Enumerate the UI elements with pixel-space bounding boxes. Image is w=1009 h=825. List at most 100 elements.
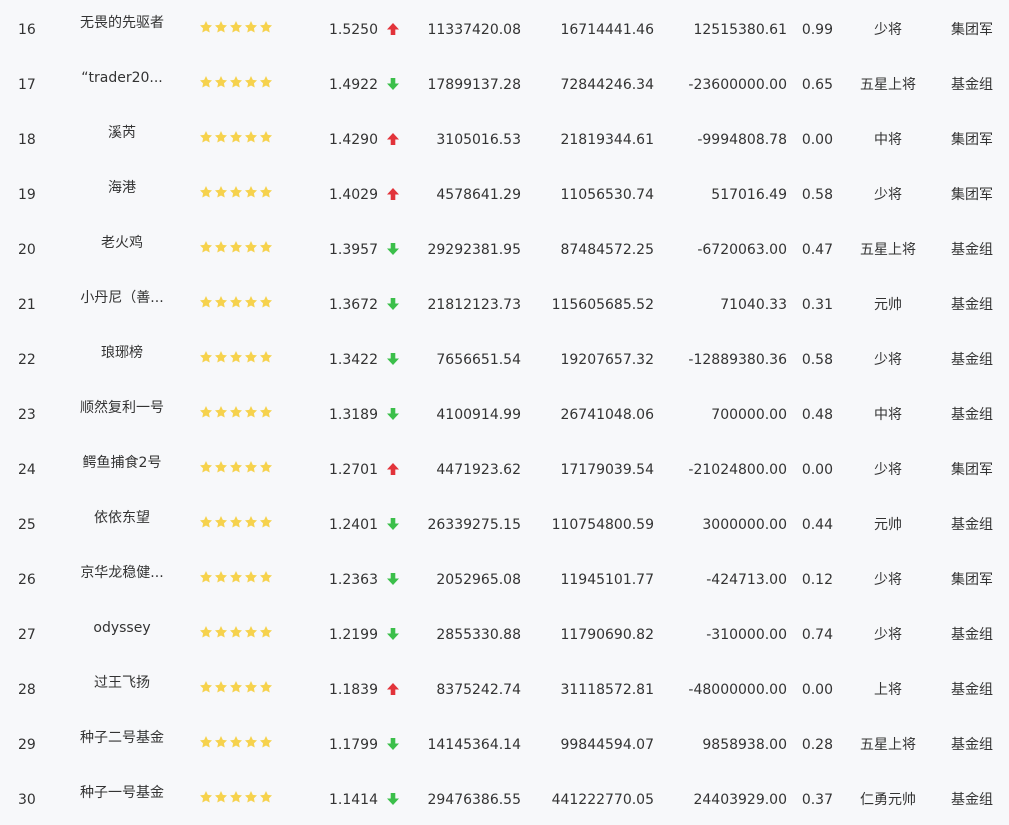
value-col-3: 12515380.61 bbox=[693, 22, 787, 38]
arrow-up-icon bbox=[386, 187, 400, 201]
table-row[interactable]: 28 过王飞扬 1.1839 8375242.74 31118572.81 -480000… bbox=[0, 660, 1009, 715]
rank-number: 24 bbox=[18, 462, 36, 478]
value-col-3: 3000000.00 bbox=[702, 517, 787, 533]
table-row[interactable]: 24 鳄鱼捕食2号 1.2701 4471923.62 17179039.54 -2102… bbox=[0, 440, 1009, 495]
fund-name-link[interactable]: 过王飞扬 bbox=[76, 674, 168, 692]
group-name: 集团军 bbox=[951, 462, 993, 478]
star-icon bbox=[229, 516, 243, 528]
star-icon bbox=[214, 186, 228, 198]
ratio-value: 1.5250 bbox=[329, 22, 378, 38]
star-icon bbox=[229, 21, 243, 33]
fund-name-link[interactable]: 京华龙稳健... bbox=[76, 564, 168, 582]
value-col-2: 110754800.59 bbox=[551, 517, 654, 533]
fund-name-link[interactable]: 顺然复利一号 bbox=[76, 399, 168, 417]
ratio-col-2: 0.12 bbox=[801, 572, 833, 588]
rank-number: 28 bbox=[18, 682, 36, 698]
arrow-down-icon bbox=[386, 627, 400, 641]
value-col-1: 4471923.62 bbox=[436, 462, 521, 478]
value-col-1: 26339275.15 bbox=[427, 517, 521, 533]
star-rating bbox=[199, 75, 273, 89]
star-icon bbox=[244, 571, 258, 583]
group-name: 基金组 bbox=[951, 627, 993, 643]
ratio-value: 1.3189 bbox=[329, 407, 378, 423]
value-col-3: -48000000.00 bbox=[688, 682, 787, 698]
ratio-value: 1.4029 bbox=[329, 187, 378, 203]
rank-number: 18 bbox=[18, 132, 36, 148]
star-icon bbox=[259, 296, 273, 308]
fund-name-link[interactable]: 种子一号基金 bbox=[76, 784, 168, 802]
table-row[interactable]: 30 种子一号基金 1.1414 29476386.55 441222770.05 244… bbox=[0, 770, 1009, 825]
value-col-3: 700000.00 bbox=[711, 407, 787, 423]
arrow-down-icon bbox=[386, 517, 400, 531]
star-icon bbox=[199, 681, 213, 693]
star-icon bbox=[259, 21, 273, 33]
star-icon bbox=[259, 186, 273, 198]
star-icon bbox=[199, 21, 213, 33]
star-icon bbox=[214, 131, 228, 143]
star-icon bbox=[244, 681, 258, 693]
fund-name-link[interactable]: 鳄鱼捕食2号 bbox=[76, 454, 168, 472]
table-row[interactable]: 16 无畏的先驱者 1.5250 11337420.08 16714441.46 1251… bbox=[0, 0, 1009, 55]
fund-name-link[interactable]: 溪芮 bbox=[76, 124, 168, 142]
star-icon bbox=[259, 626, 273, 638]
rank-number: 20 bbox=[18, 242, 36, 258]
value-col-1: 11337420.08 bbox=[427, 22, 521, 38]
star-icon bbox=[244, 296, 258, 308]
rank-title: 少将 bbox=[874, 22, 902, 38]
table-row[interactable]: 26 京华龙稳健... 1.2363 2052965.08 11945101.77 -42… bbox=[0, 550, 1009, 605]
value-col-1: 29476386.55 bbox=[427, 792, 521, 808]
table-row[interactable]: 17 “trader20... 1.4922 17899137.28 72844246.… bbox=[0, 55, 1009, 110]
value-col-3: -9994808.78 bbox=[697, 132, 787, 148]
star-icon bbox=[259, 241, 273, 253]
rank-number: 21 bbox=[18, 297, 36, 313]
table-row[interactable]: 27 odyssey 1.2199 2855330.88 11790690.82 -310… bbox=[0, 605, 1009, 660]
value-col-1: 4100914.99 bbox=[436, 407, 521, 423]
star-icon bbox=[214, 296, 228, 308]
table-row[interactable]: 20 老火鸡 1.3957 29292381.95 87484572.25 -672006… bbox=[0, 220, 1009, 275]
star-icon bbox=[214, 461, 228, 473]
fund-name-link[interactable]: 种子二号基金 bbox=[76, 729, 168, 747]
star-icon bbox=[229, 76, 243, 88]
star-icon bbox=[214, 516, 228, 528]
fund-name-link[interactable]: odyssey bbox=[76, 619, 168, 637]
value-col-1: 7656651.54 bbox=[436, 352, 521, 368]
ratio-col-2: 0.31 bbox=[801, 297, 833, 313]
group-name: 基金组 bbox=[951, 792, 993, 808]
group-name: 基金组 bbox=[951, 407, 993, 423]
fund-name-link[interactable]: 依依东望 bbox=[76, 509, 168, 527]
arrow-up-icon bbox=[386, 682, 400, 696]
table-row[interactable]: 22 琅琊榜 1.3422 7656651.54 19207657.32 -1288938… bbox=[0, 330, 1009, 385]
rank-title: 少将 bbox=[874, 572, 902, 588]
table-row[interactable]: 29 种子二号基金 1.1799 14145364.14 99844594.07 9858… bbox=[0, 715, 1009, 770]
fund-name-link[interactable]: 无畏的先驱者 bbox=[76, 14, 168, 32]
fund-name-link[interactable]: 老火鸡 bbox=[76, 234, 168, 252]
value-col-2: 441222770.05 bbox=[551, 792, 654, 808]
star-icon bbox=[259, 791, 273, 803]
star-icon bbox=[214, 626, 228, 638]
fund-name-link[interactable]: 海港 bbox=[76, 179, 168, 197]
fund-name-link[interactable]: 小丹尼（善... bbox=[76, 289, 168, 307]
star-rating bbox=[199, 240, 273, 254]
star-icon bbox=[259, 351, 273, 363]
fund-name-link[interactable]: “trader20... bbox=[76, 69, 168, 87]
arrow-down-icon bbox=[386, 407, 400, 421]
star-rating bbox=[199, 460, 273, 474]
value-col-2: 11945101.77 bbox=[560, 572, 654, 588]
table-row[interactable]: 23 顺然复利一号 1.3189 4100914.99 26741048.06 70000… bbox=[0, 385, 1009, 440]
ratio-value: 1.2401 bbox=[329, 517, 378, 533]
ratio-value: 1.4290 bbox=[329, 132, 378, 148]
table-row[interactable]: 19 海港 1.4029 4578641.29 11056530.74 517016.49… bbox=[0, 165, 1009, 220]
star-icon bbox=[229, 406, 243, 418]
ratio-value: 1.1839 bbox=[329, 682, 378, 698]
table-row[interactable]: 21 小丹尼（善... 1.3672 21812123.73 115605685.52 7… bbox=[0, 275, 1009, 330]
value-col-2: 26741048.06 bbox=[560, 407, 654, 423]
fund-name-link[interactable]: 琅琊榜 bbox=[76, 344, 168, 362]
star-icon bbox=[259, 571, 273, 583]
star-icon bbox=[214, 76, 228, 88]
star-icon bbox=[214, 571, 228, 583]
star-icon bbox=[244, 406, 258, 418]
table-row[interactable]: 25 依依东望 1.2401 26339275.15 110754800.59 30000… bbox=[0, 495, 1009, 550]
group-name: 基金组 bbox=[951, 517, 993, 533]
table-row[interactable]: 18 溪芮 1.4290 3105016.53 21819344.61 -9994808.… bbox=[0, 110, 1009, 165]
star-icon bbox=[199, 406, 213, 418]
